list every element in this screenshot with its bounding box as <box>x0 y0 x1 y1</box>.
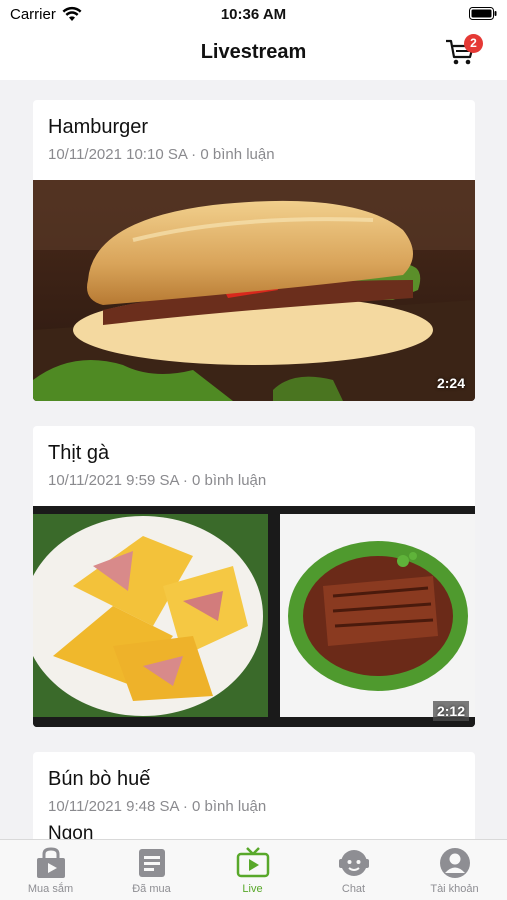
video-thumbnail[interactable]: 2:12 <box>33 506 475 727</box>
tab-label: Tài khoản <box>430 883 479 895</box>
tab-label: Chat <box>341 883 366 895</box>
livestream-title: Bún bò huế <box>48 768 151 790</box>
purchased-list-icon <box>139 849 165 877</box>
tab-label: Mua sắm <box>27 883 74 895</box>
livestream-card[interactable]: Thịt gà 10/11/2021 9:59 SA · 0 bình luận <box>33 426 475 727</box>
tab-bar: Mua sắm Đã mua Live Chat Tài khoản <box>0 839 507 900</box>
hamburger-image <box>33 180 475 401</box>
account-icon <box>440 848 470 878</box>
livestream-card[interactable]: Bún bò huế 10/11/2021 9:48 SA · 0 bình l… <box>33 752 475 839</box>
battery-icon <box>469 7 497 20</box>
tab-label: Đã mua <box>132 883 171 895</box>
tab-label: Live <box>242 883 263 895</box>
livestream-feed[interactable]: Hamburger 10/11/2021 10:10 SA · 0 bình l… <box>0 80 507 839</box>
livestream-title: Thịt gà <box>48 442 110 464</box>
chicken-dish-image <box>33 506 475 727</box>
cart-button[interactable]: 2 <box>445 34 483 68</box>
page-title: Livestream <box>200 41 307 63</box>
video-duration: 2:12 <box>432 701 469 721</box>
livestream-meta: 10/11/2021 9:48 SA · 0 bình luận <box>48 798 267 815</box>
status-time: 10:36 AM <box>220 6 287 23</box>
tab-tai-khoan[interactable]: Tài khoản <box>404 840 505 900</box>
livestream-description: Ngon <box>48 823 94 839</box>
nav-bar: Livestream 2 <box>0 28 507 80</box>
livestream-title: Hamburger <box>48 116 149 138</box>
livestream-meta: 10/11/2021 9:59 SA · 0 bình luận <box>48 472 267 489</box>
cart-count-badge: 2 <box>464 34 483 53</box>
status-bar: Carrier 10:36 AM <box>0 0 507 28</box>
live-tv-icon <box>236 847 270 878</box>
video-duration: 2:24 <box>436 375 465 391</box>
livestream-meta: 10/11/2021 10:10 SA · 0 bình luận <box>48 146 275 163</box>
shopping-bag-icon <box>37 847 65 878</box>
livestream-card[interactable]: Hamburger 10/11/2021 10:10 SA · 0 bình l… <box>33 100 475 401</box>
chat-face-icon <box>339 850 369 876</box>
tab-chat[interactable]: Chat <box>303 840 404 900</box>
tab-live[interactable]: Live <box>202 840 303 900</box>
tab-da-mua[interactable]: Đã mua <box>101 840 202 900</box>
tab-mua-sam[interactable]: Mua sắm <box>0 840 101 900</box>
video-thumbnail[interactable]: 2:24 <box>33 180 475 401</box>
